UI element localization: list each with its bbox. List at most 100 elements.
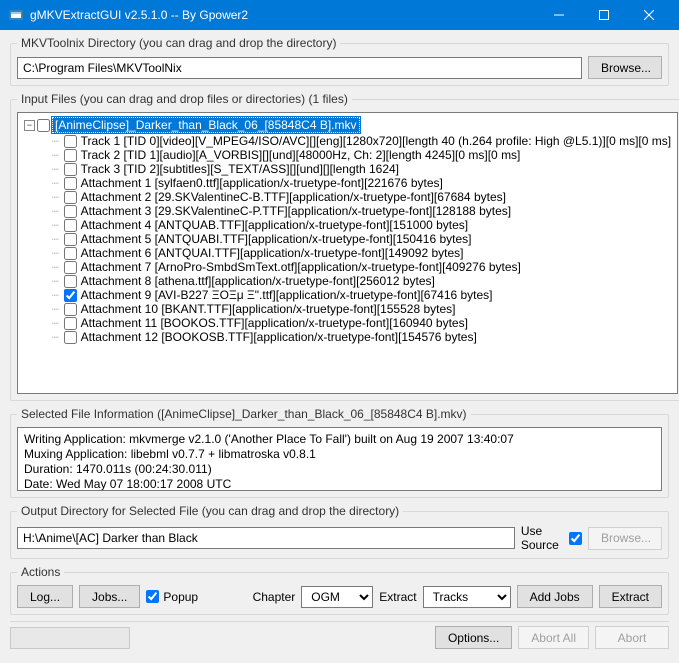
tree-item-label: Attachment 5 [ANTQUABI.TTF][application/… [81,232,472,246]
tree-item-checkbox[interactable] [64,289,77,302]
selected-file-info-box: Writing Application: mkvmerge v2.1.0 ('A… [17,427,662,491]
popup-label[interactable]: Popup [146,590,198,604]
input-files-group: Input Files (you can drag and drop files… [10,92,679,401]
tree-item-label: Attachment 8 [athena.ttf][application/x-… [81,274,435,288]
tree-item[interactable]: ┈ Attachment 6 [ANTQUAI.TTF][application/… [52,246,671,260]
tree-item-label: Attachment 12 [BOOKOSB.TTF][application/… [81,330,477,344]
input-files-tree[interactable]: − [AnimeClipse]_Darker_than_Black_06_[85… [17,112,678,394]
tree-root-label[interactable]: [AnimeClipse]_Darker_than_Black_06_[8584… [52,117,360,133]
tree-item-label: Track 3 [TID 2][subtitles][S_TEXT/ASS][]… [81,162,399,176]
extract-button[interactable]: Extract [599,585,662,608]
tree-item-label: Attachment 2 [29.SKValentineC-B.TTF][app… [81,190,506,204]
tree-connector: ┈ [52,135,58,148]
tree-item[interactable]: ┈ Attachment 5 [ANTQUABI.TTF][application… [52,232,671,246]
tree-item-checkbox[interactable] [64,233,77,246]
tree-item[interactable]: ┈Attachment 11 [BOOKOS.TTF][application/… [52,316,671,330]
tree-item[interactable]: ┈ Attachment 7 [ArnoPro-SmbdSmText.otf][a… [52,260,671,274]
abort-all-button: Abort All [518,626,589,649]
mkvtoolnix-dir-group: MKVToolnix Directory (you can drag and d… [10,36,669,86]
mkvtoolnix-browse-button[interactable]: Browse... [588,56,662,79]
tree-connector: ┈ [52,177,58,190]
tree-item-checkbox[interactable] [64,149,77,162]
extract-mode-label: Extract [379,590,416,604]
jobs-button[interactable]: Jobs... [79,585,140,608]
tree-connector: ┈ [52,289,58,302]
tree-item-checkbox[interactable] [64,191,77,204]
popup-checkbox[interactable] [146,590,159,603]
info-line: Date: Wed May 07 18:00:17 2008 UTC [24,477,655,491]
use-source-label[interactable]: Use Source [521,524,582,552]
tree-connector: ┈ [52,163,58,176]
tree-item-checkbox[interactable] [64,205,77,218]
maximize-button[interactable] [581,0,626,30]
abort-button: Abort [595,626,669,649]
actions-group: Actions Log... Jobs... Popup Chapter OGM… [10,565,669,615]
tree-item-label: Track 2 [TID 1][audio][A_VORBIS][][und][… [81,148,521,162]
tree-item-checkbox[interactable] [64,163,77,176]
info-line: Duration: 1470.011s (00:24:30.011) [24,462,655,477]
use-source-text: Use Source [521,524,565,552]
tree-connector: ┈ [52,233,58,246]
output-dir-input[interactable] [17,527,515,549]
tree-item[interactable]: ┈ Attachment 2 [29.SKValentineC-B.TTF][ap… [52,190,671,204]
extract-mode-select[interactable]: Tracks [423,586,511,608]
tree-item-checkbox[interactable] [64,135,77,148]
tree-expander[interactable]: − [24,120,35,131]
tree-item[interactable]: ┈ Track 1 [TID 0][video][V_MPEG4/ISO/AVC]… [52,134,671,148]
tree-item-label: Attachment 11 [BOOKOS.TTF][application/x… [81,316,468,330]
close-button[interactable] [626,0,671,30]
tree-item-label: Attachment 7 [ArnoPro-SmbdSmText.otf][ap… [81,260,521,274]
tree-connector: ┈ [52,331,58,344]
tree-connector: ┈ [52,219,58,232]
tree-item[interactable]: ┈ Track 3 [TID 2][subtitles][S_TEXT/ASS][… [52,162,671,176]
tree-connector: ┈ [52,261,58,274]
tree-item-label: Attachment 1 [sylfaen0.ttf][application/… [81,176,443,190]
tree-item-label: Attachment 6 [ANTQUAI.TTF][application/x… [81,246,464,260]
options-button[interactable]: Options... [435,626,512,649]
use-source-checkbox[interactable] [569,532,582,545]
tree-item-checkbox[interactable] [64,219,77,232]
tree-item-checkbox[interactable] [64,303,77,316]
tree-item-label: Attachment 9 [AVI-B227 ΞΟΞμ Ξ".ttf][appl… [81,288,493,302]
output-browse-button: Browse... [588,527,662,550]
status-bar: Options... Abort All Abort [10,621,669,649]
mkvtoolnix-dir-input[interactable] [17,57,582,79]
tree-connector: ┈ [52,205,58,218]
tree-connector: ┈ [52,275,58,288]
tree-item[interactable]: ┈ Attachment 4 [ANTQUAB.TTF][application/… [52,218,671,232]
status-slot [10,627,130,649]
tree-item[interactable]: ┈ Attachment 8 [athena.ttf][application/x… [52,274,671,288]
tree-connector: ┈ [52,149,58,162]
output-dir-legend: Output Directory for Selected File (you … [17,504,403,518]
tree-root-checkbox[interactable] [37,119,50,132]
add-jobs-button[interactable]: Add Jobs [517,585,593,608]
chapter-label: Chapter [253,590,296,604]
tree-item-checkbox[interactable] [64,331,77,344]
tree-item-checkbox[interactable] [64,247,77,260]
tree-item[interactable]: ┈ Attachment 1 [sylfaen0.ttf][application… [52,176,671,190]
tree-item[interactable]: ┈ Attachment 12 [BOOKOSB.TTF][application… [52,330,671,344]
app-icon [8,7,24,23]
tree-connector: ┈ [52,191,58,204]
tree-item-label: Track 1 [TID 0][video][V_MPEG4/ISO/AVC][… [81,134,671,148]
tree-item[interactable]: ┈ Attachment 3 [29.SKValentineC-P.TTF][ap… [52,204,671,218]
input-files-legend: Input Files (you can drag and drop files… [17,92,352,106]
tree-item[interactable]: ┈ Attachment 9 [AVI-B227 ΞΟΞμ Ξ".ttf][app… [52,288,671,302]
tree-item-label: Attachment 4 [ANTQUAB.TTF][application/x… [81,218,469,232]
tree-item-checkbox[interactable] [64,275,77,288]
chapter-select[interactable]: OGM [301,586,373,608]
log-button[interactable]: Log... [17,585,73,608]
titlebar: gMKVExtractGUI v2.5.1.0 -- By Gpower2 [0,0,679,30]
tree-connector: ┈ [52,247,58,260]
output-dir-group: Output Directory for Selected File (you … [10,504,669,559]
selected-file-info-legend: Selected File Information ([AnimeClipse]… [17,407,471,421]
tree-item[interactable]: ┈Attachment 10 [BKANT.TTF][application/x… [52,302,671,316]
tree-item[interactable]: ┈ Track 2 [TID 1][audio][A_VORBIS][][und]… [52,148,671,162]
tree-item-checkbox[interactable] [64,261,77,274]
popup-text: Popup [163,590,198,604]
info-line: Writing Application: mkvmerge v2.1.0 ('A… [24,432,655,447]
tree-item-checkbox[interactable] [64,177,77,190]
tree-item-label: Attachment 3 [29.SKValentineC-P.TTF][app… [81,204,511,218]
minimize-button[interactable] [536,0,581,30]
tree-item-checkbox[interactable] [64,317,77,330]
